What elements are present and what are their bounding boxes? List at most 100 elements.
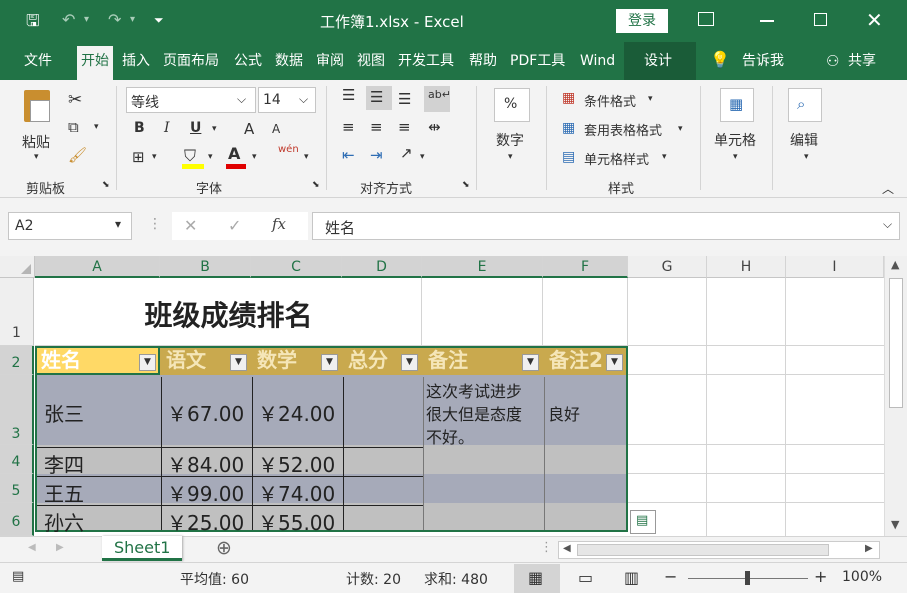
phonetic-dropdown-icon[interactable]: ▾ [304, 152, 309, 162]
font-color-dropdown-icon[interactable]: ▾ [252, 152, 257, 162]
tab-pdf-tools[interactable]: PDF工具 [510, 50, 565, 80]
cell-name[interactable]: 张三 [44, 398, 84, 427]
undo-icon[interactable]: ↶ [62, 10, 75, 29]
col-header-b[interactable]: B [160, 256, 251, 278]
normal-view-icon[interactable]: ▦ [528, 568, 543, 587]
redo-dropdown-icon[interactable]: ▾ [130, 14, 135, 25]
wrap-text-icon[interactable]: ab↵ [428, 88, 451, 101]
font-name-dropdown-icon[interactable]: ⌵ [237, 92, 246, 107]
conditional-format-button[interactable]: 条件格式 [584, 91, 636, 110]
zoom-slider-thumb[interactable] [745, 571, 750, 585]
col-header-d[interactable]: D [342, 256, 422, 278]
row-header-3[interactable]: 3 [0, 375, 34, 445]
cell-f1[interactable] [543, 278, 628, 346]
cell-note-line2[interactable]: 很大但是态度 [426, 401, 522, 425]
conditional-format-icon[interactable]: ▦ [562, 90, 575, 106]
editing-icon[interactable]: ⌕ [788, 88, 822, 122]
cell-style-dropdown-icon[interactable]: ▾ [662, 152, 667, 162]
font-size-dropdown-icon[interactable]: ⌵ [299, 92, 308, 107]
row-header-4[interactable]: 4 [0, 445, 34, 474]
tab-design[interactable]: 设计 [644, 50, 672, 80]
paste-button[interactable]: 粘贴 [22, 132, 50, 152]
new-sheet-icon[interactable]: ⊕ [216, 537, 232, 559]
paste-dropdown-icon[interactable]: ▾ [34, 152, 39, 162]
undo-dropdown-icon[interactable]: ▾ [84, 14, 89, 25]
merge-center-icon[interactable]: ⇹ [428, 118, 441, 136]
scroll-up-icon[interactable]: ▲ [891, 258, 899, 271]
tab-developer[interactable]: 开发工具 [398, 50, 454, 80]
tab-page-layout[interactable]: 页面布局 [163, 50, 219, 80]
row-header-2[interactable]: 2 [0, 346, 34, 375]
bold-button[interactable]: B [134, 120, 145, 136]
cell-chinese[interactable]: ￥67.00 [167, 398, 244, 427]
row-header-1[interactable]: 1 [0, 278, 34, 346]
vertical-scroll-thumb[interactable] [889, 278, 903, 408]
col-header-f[interactable]: F [543, 256, 628, 278]
cell-math[interactable]: ￥74.00 [258, 478, 335, 507]
page-layout-view-icon[interactable]: ▭ [578, 568, 593, 587]
tab-review[interactable]: 审阅 [316, 50, 344, 80]
editing-button[interactable]: 编辑 [790, 130, 818, 150]
cell-style-icon[interactable]: ▤ [562, 149, 575, 165]
cell-e1[interactable] [422, 278, 543, 346]
tab-insert[interactable]: 插入 [122, 50, 150, 80]
tab-home[interactable]: 开始 [77, 46, 113, 80]
scroll-down-icon[interactable]: ▼ [891, 518, 899, 531]
maximize-icon[interactable] [814, 13, 827, 26]
phonetic-icon[interactable]: wén [278, 144, 299, 155]
align-bottom-icon[interactable]: ☰ [398, 90, 411, 108]
zoom-in-icon[interactable]: + [814, 567, 827, 586]
tab-file[interactable]: 文件 [24, 50, 52, 80]
cell-a1-merged[interactable]: 班级成绩排名 [35, 278, 422, 346]
col-header-a[interactable]: A [35, 256, 160, 278]
collapse-ribbon-icon[interactable]: ︿ [882, 180, 894, 197]
underline-dropdown-icon[interactable]: ▾ [212, 124, 217, 134]
number-button[interactable]: 数字 [496, 130, 524, 150]
align-middle-icon[interactable]: ☰ [370, 88, 383, 106]
zoom-out-icon[interactable]: − [664, 567, 677, 586]
cell-style-button[interactable]: 单元格样式 [584, 149, 649, 168]
redo-icon[interactable]: ↷ [108, 10, 121, 29]
table-format-dropdown-icon[interactable]: ▾ [678, 124, 683, 134]
filter-dropdown-chinese[interactable]: ▼ [230, 354, 247, 371]
close-icon[interactable]: ✕ [866, 8, 883, 32]
cell-name[interactable]: 王五 [44, 478, 84, 507]
cell-math[interactable]: ￥52.00 [258, 449, 335, 478]
row-header-5[interactable]: 5 [0, 474, 34, 503]
name-box[interactable]: A2 ▾ [8, 212, 132, 240]
decrease-indent-icon[interactable]: ⇤ [342, 146, 355, 164]
fill-color-icon[interactable]: ⛉ [184, 146, 196, 166]
tab-formulas[interactable]: 公式 [234, 50, 262, 80]
copy-icon[interactable]: ⧉ [68, 118, 79, 136]
editing-dropdown-icon[interactable]: ▾ [804, 152, 809, 162]
prev-sheet-icon[interactable]: ◀ [28, 542, 36, 553]
orientation-dropdown-icon[interactable]: ▾ [420, 152, 425, 162]
col-header-h[interactable]: H [707, 256, 786, 278]
quick-analysis-button[interactable]: ▤ [630, 510, 656, 534]
tab-view[interactable]: 视图 [357, 50, 385, 80]
col-header-e[interactable]: E [422, 256, 543, 278]
orientation-icon[interactable]: ↗ [400, 144, 413, 162]
select-all-corner[interactable] [0, 256, 35, 278]
align-top-icon[interactable]: ☰ [342, 86, 355, 104]
cell-math[interactable]: ￥55.00 [258, 507, 335, 536]
underline-button[interactable]: U [190, 120, 201, 136]
cells-icon[interactable]: ▦ [720, 88, 754, 122]
horizontal-scroll-thumb[interactable] [577, 544, 829, 556]
cell-chinese[interactable]: ￥84.00 [167, 449, 244, 478]
format-painter-icon[interactable]: 🖌 [68, 146, 87, 164]
scroll-right-icon[interactable]: ▶ [865, 543, 873, 554]
align-left-icon[interactable]: ≡ [342, 118, 355, 136]
align-right-icon[interactable]: ≡ [398, 118, 411, 136]
next-sheet-icon[interactable]: ▶ [56, 542, 64, 553]
tell-me-search[interactable]: 告诉我 [742, 50, 784, 80]
tab-data[interactable]: 数据 [275, 50, 303, 80]
font-size-select[interactable]: 14 ⌵ [258, 87, 316, 113]
filter-dropdown-total[interactable]: ▼ [401, 354, 418, 371]
cell-note-line3[interactable]: 不好。 [426, 424, 474, 448]
alignment-launcher-icon[interactable]: ⬊ [462, 180, 470, 190]
cell-name[interactable]: 孙六 [44, 507, 84, 536]
table-format-icon[interactable]: ▦ [562, 120, 575, 136]
customize-qat-icon[interactable]: ⏷ [154, 13, 164, 28]
filter-dropdown-note2[interactable]: ▼ [606, 354, 623, 371]
